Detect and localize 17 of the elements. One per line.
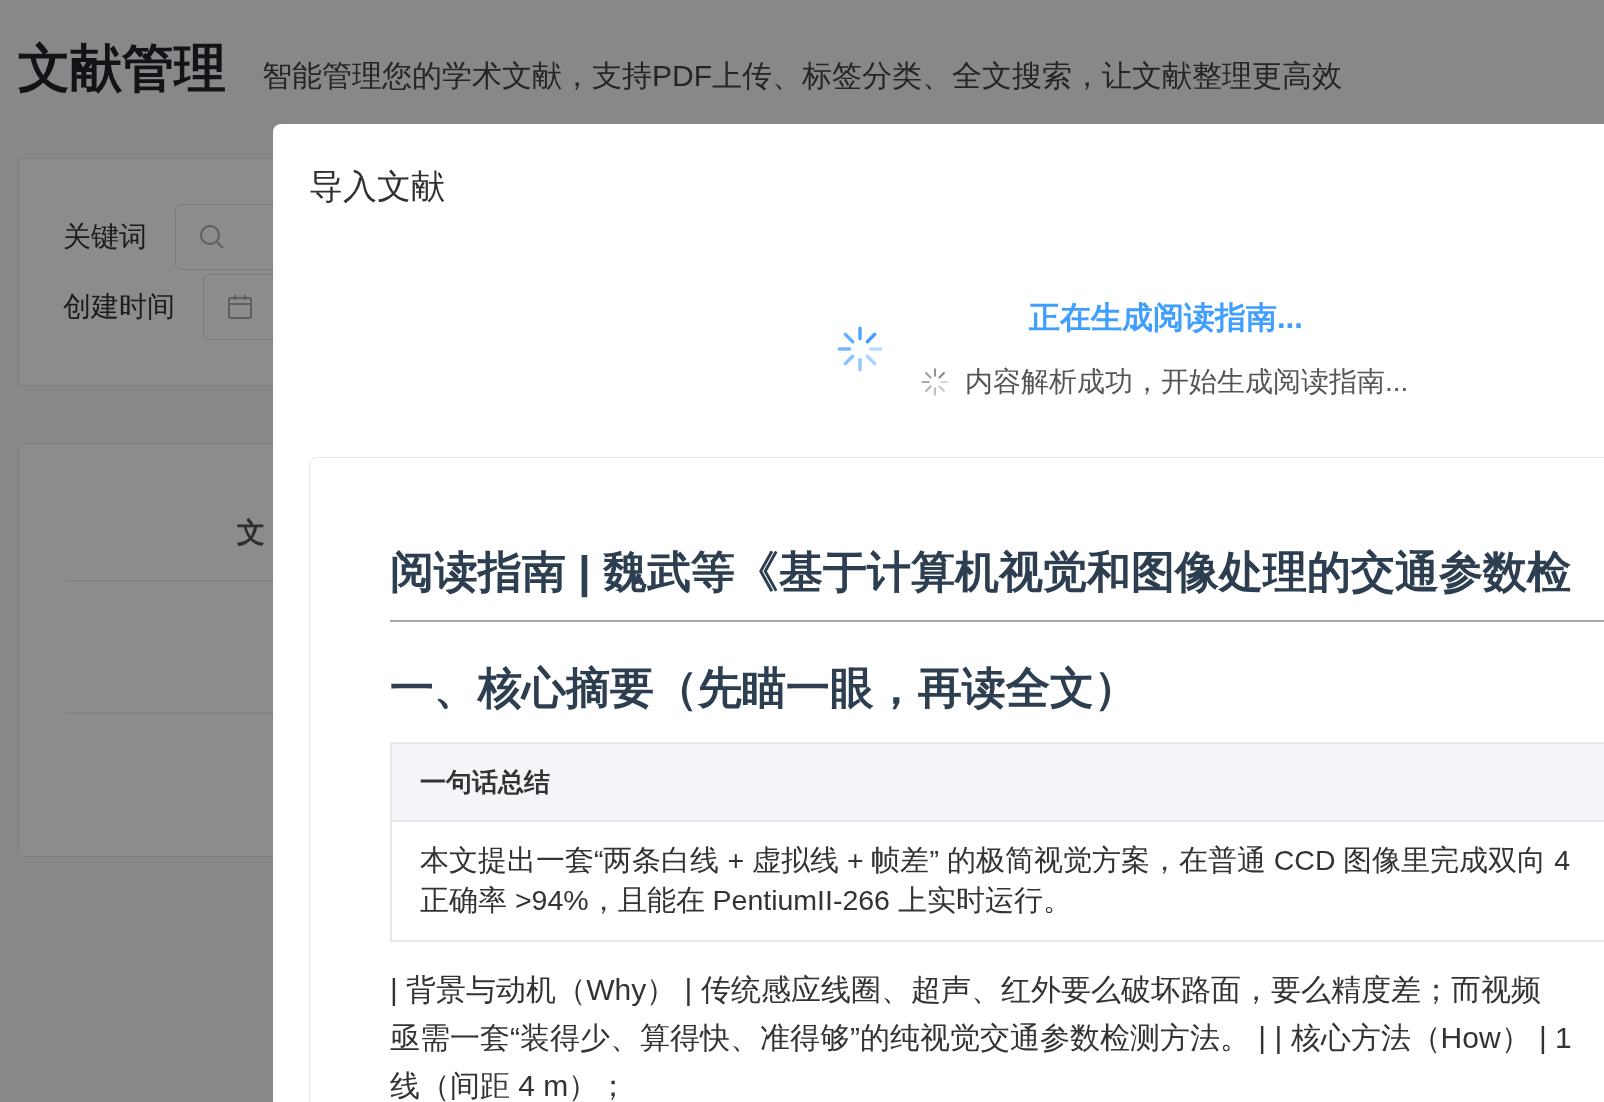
guide-title: 阅读指南 | 魏武等《基于计算机视觉和图像处理的交通参数检 <box>390 546 1571 600</box>
summary-text: 本文提出一套“两条白线 + 虚拟线 + 帧差” 的极简视觉方案，在普通 CCD 图像里完成双向 4 正确率 >94%，且能在 PentiumII-266 上实时运行。 <box>420 843 1571 918</box>
section-heading: 一、核心摘要（先瞄一眼，再读全文） <box>390 662 1138 714</box>
table-header: 一句话总结 <box>420 765 550 799</box>
filter-label: 创建时间 <box>63 290 175 324</box>
column-header: 文 <box>237 516 265 550</box>
dialog-title: 导入文献 <box>309 166 445 207</box>
search-icon <box>198 223 226 251</box>
spinner-icon <box>921 368 949 396</box>
loading-status: 正在生成阅读指南... <box>1029 299 1304 337</box>
calendar-icon <box>226 293 254 321</box>
filter-label: 关键词 <box>63 220 147 254</box>
loading-spinner-icon <box>837 326 883 372</box>
body-paragraph: | 背景与动机（Why） | 传统感应线圈、超声、红外要么破坏路面，要么精度差；而视频 亟需一套“装得少、算得快、准得够”的纯视觉交通参数检测方法。 | | 核心方法（How） | 1 线（间距 4 m）； <box>390 972 1572 1102</box>
page-title: 文献管理 <box>18 38 226 99</box>
page-subtitle: 智能管理您的学术文献，支持PDF上传、标签分类、全文搜索，让文献整理更高效 <box>262 58 1342 94</box>
step-message: 内容解析成功，开始生成阅读指南... <box>965 365 1409 399</box>
